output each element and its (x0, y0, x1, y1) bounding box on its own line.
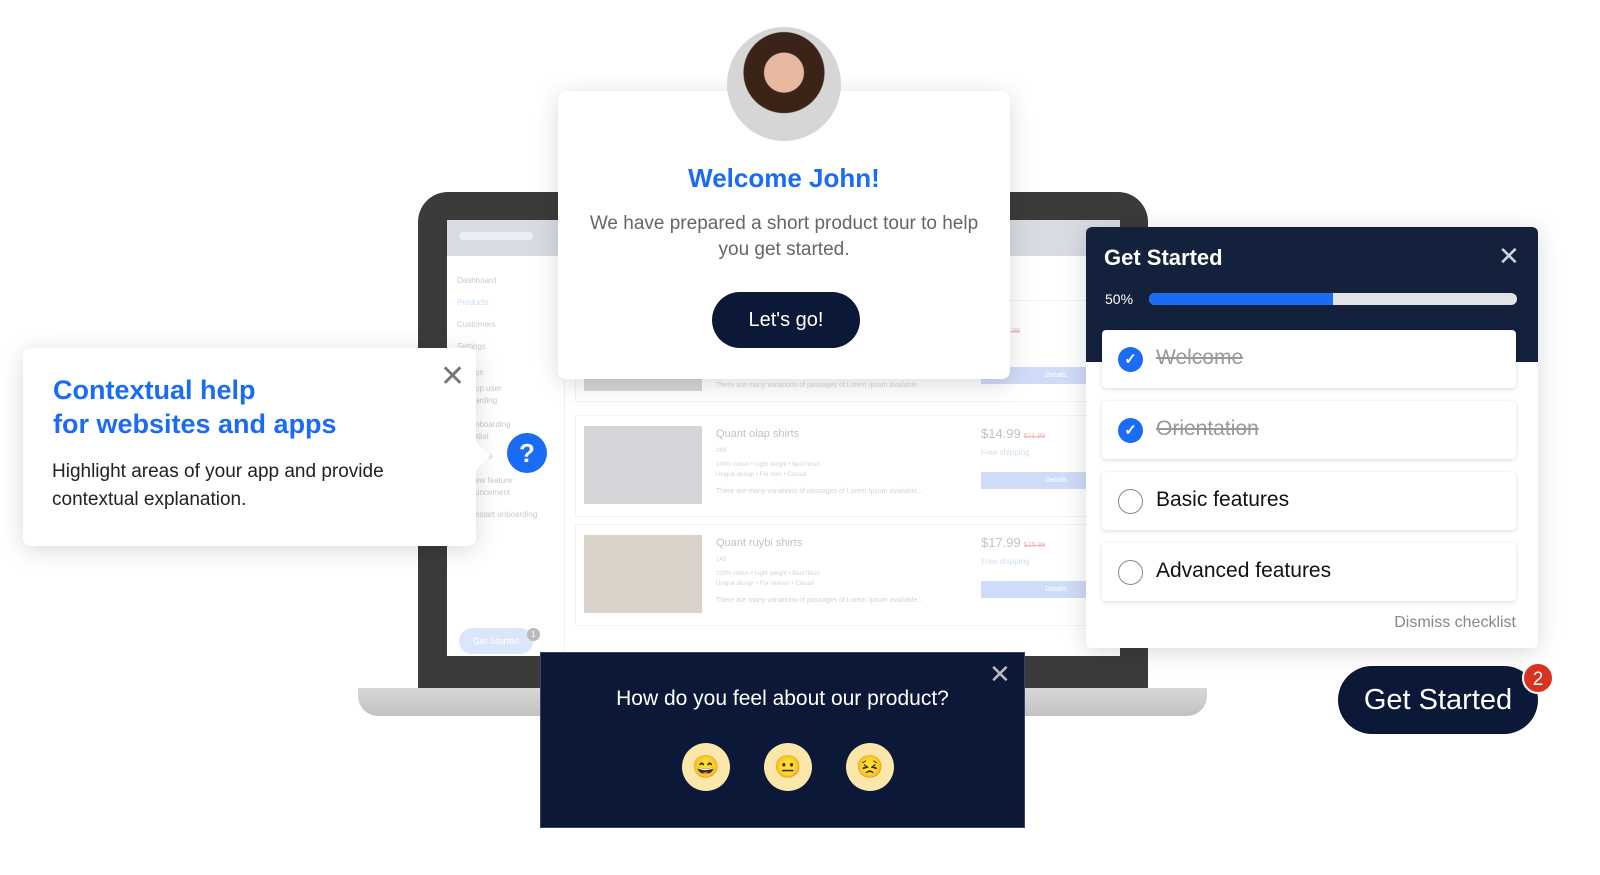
help-title: Contextual help for websites and apps (53, 373, 337, 441)
sidebar-item[interactable]: Customers (457, 320, 496, 329)
notification-badge: 2 (1522, 662, 1554, 694)
checklist-item-label: Advanced features (1156, 559, 1332, 582)
product-price: $17.99 $25.99 (981, 535, 1046, 550)
product-desc: There are many variations of passages of… (716, 488, 923, 495)
unhappy-face-icon[interactable]: 😣 (846, 743, 894, 791)
welcome-title: Welcome John! (688, 163, 880, 193)
product-features: 100% cotton • Light weight • Best finish (716, 571, 820, 577)
shipping: Free shipping (981, 448, 1030, 457)
mini-get-started-button[interactable]: Get Started (459, 628, 533, 654)
empty-circle-icon (1118, 560, 1143, 585)
product-row: Quant olap shirts 289 100% cotton • Ligh… (575, 415, 1120, 517)
checklist-item-label: Orientation (1156, 417, 1259, 440)
dismiss-checklist-link[interactable]: Dismiss checklist (1394, 614, 1516, 632)
get-started-launcher-button[interactable]: Get Started (1338, 666, 1538, 734)
neutral-face-icon[interactable]: 😐 (764, 743, 812, 791)
product-features: Unique design • For women • Casual (716, 581, 814, 587)
happy-face-icon[interactable]: 😄 (682, 743, 730, 791)
lets-go-button[interactable]: Let's go! (712, 292, 860, 348)
product-desc: There are many variations of passages of… (716, 382, 923, 389)
help-hotspot-icon[interactable]: ? (507, 433, 547, 473)
sidebar-item[interactable]: klist (475, 432, 489, 441)
progress-fill (1149, 293, 1333, 305)
contextual-help-tooltip: Contextual help for websites and apps Hig… (23, 348, 490, 546)
shipping: Free shipping (981, 557, 1030, 566)
sidebar-item[interactable]: uncement (475, 488, 510, 497)
checklist-item[interactable]: ✓ Orientation (1102, 401, 1516, 459)
checklist-panel: Get Started ✕ 50% ✓ Welcome ✓ Orientation Ba… (1086, 227, 1538, 648)
product-count: 289 (716, 448, 727, 454)
product-features: 100% cotton • Light weight • Best finish (716, 462, 820, 468)
checklist-item[interactable]: ✓ Welcome (1102, 330, 1516, 388)
product-image (584, 535, 702, 613)
close-icon[interactable]: ✕ (989, 661, 1011, 687)
progress-bar (1149, 293, 1517, 305)
check-circle-icon: ✓ (1118, 418, 1143, 443)
progress-label: 50% (1105, 291, 1134, 307)
sidebar-item[interactable]: pp user (475, 384, 502, 393)
sidebar-item[interactable]: Dashboard (457, 276, 496, 285)
sidebar-item[interactable]: ew feature (475, 476, 512, 485)
checklist-item-label: Welcome (1156, 346, 1244, 369)
sidebar-item[interactable]: estart onboarding (475, 510, 537, 519)
product-image (584, 426, 702, 504)
empty-circle-icon (1118, 489, 1143, 514)
help-text: Highlight areas of your app and provide … (52, 461, 384, 510)
checklist-item[interactable]: Advanced features (1102, 543, 1516, 601)
product-features: Unique design • For men • Casual (716, 472, 807, 478)
product-count: 145 (716, 557, 727, 563)
sidebar-item[interactable]: arding (475, 396, 497, 405)
checklist-item-label: Basic features (1156, 488, 1290, 511)
product-desc: There are many variations of passages of… (716, 597, 923, 604)
product-name: Quant olap shirts (716, 428, 800, 440)
help-title-line: Contextual help (53, 375, 256, 405)
product-row: Quant ruybi shirts 145 100% cotton • Lig… (575, 524, 1120, 626)
avatar (727, 27, 841, 141)
sidebar-item[interactable]: ps (475, 368, 483, 377)
help-title-line: for websites and apps (53, 409, 337, 439)
welcome-text: We have prepared a short product tour to… (589, 213, 979, 260)
close-icon[interactable]: ✕ (1498, 243, 1520, 269)
sidebar-item[interactable]: Products (457, 298, 489, 307)
checklist-title: Get Started (1104, 245, 1223, 270)
product-name: Quant ruybi shirts (716, 537, 803, 549)
product-price: $14.99 $21.99 (981, 426, 1046, 441)
sidebar-item[interactable]: nboarding (475, 420, 511, 429)
survey-question: How do you feel about our product? (616, 687, 949, 710)
check-circle-icon: ✓ (1118, 347, 1143, 372)
feedback-survey: How do you feel about our product? ✕ 😄 😐… (540, 652, 1025, 828)
close-icon[interactable]: ✕ (440, 362, 465, 392)
app-logo-placeholder (459, 232, 533, 240)
checklist-item[interactable]: Basic features (1102, 472, 1516, 530)
mini-badge: 1 (527, 628, 540, 641)
